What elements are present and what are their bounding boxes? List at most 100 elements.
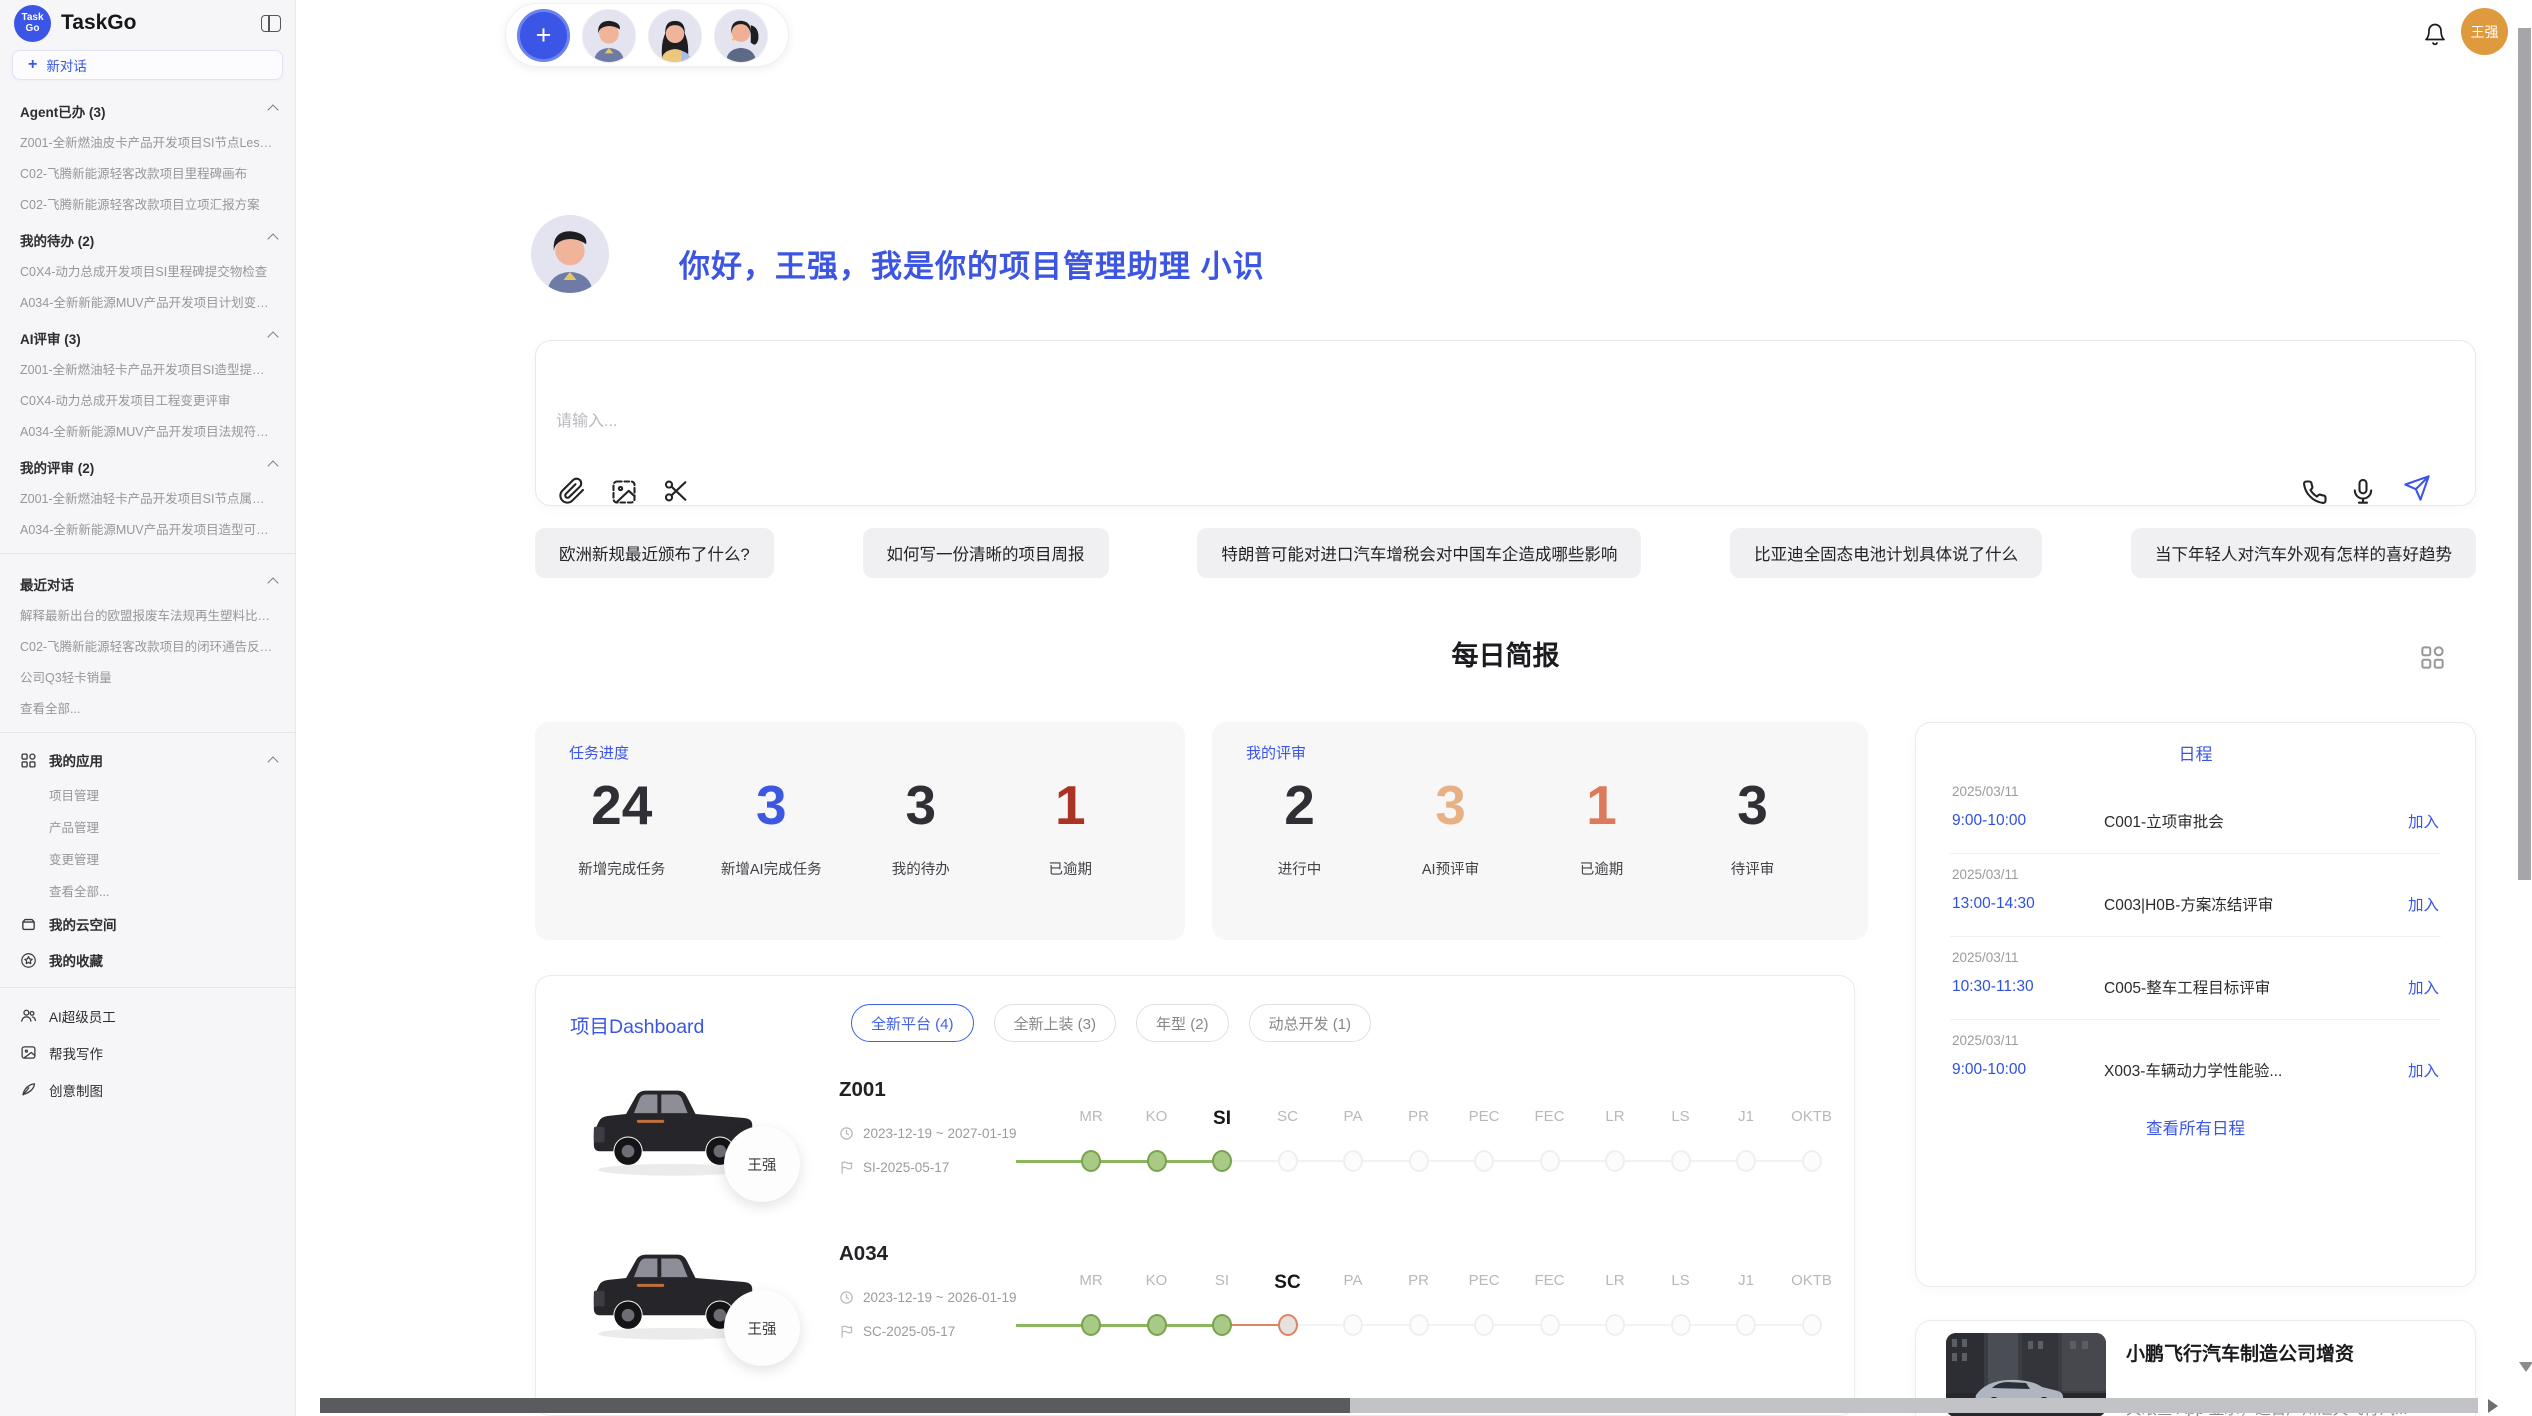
suggestion-chip[interactable]: 比亚迪全固态电池计划具体说了什么: [1730, 528, 2042, 578]
milestone-dot[interactable]: [1147, 1150, 1167, 1172]
recent-chat-item[interactable]: 公司Q3轻卡销量: [0, 661, 295, 692]
app-sub-item[interactable]: 项目管理: [0, 778, 295, 810]
milestone-dot[interactable]: [1671, 1150, 1691, 1172]
sidebar-tool-image[interactable]: 帮我写作: [0, 1034, 295, 1071]
dashboard-filter-chip[interactable]: 动总开发 (1): [1249, 1004, 1372, 1042]
milestone-dot[interactable]: [1409, 1314, 1429, 1336]
milestone-dot[interactable]: [1343, 1314, 1363, 1336]
milestone-dot[interactable]: [1474, 1150, 1494, 1172]
milestone-dot[interactable]: [1278, 1314, 1298, 1336]
schedule-rows: 2025/03/119:00-10:00C001-立项审批会加入2025/03/…: [1916, 771, 2475, 1102]
project-owner-avatar[interactable]: 王强: [724, 1126, 800, 1202]
chevron-up-icon[interactable]: [267, 577, 278, 588]
sidebar-item-my-apps[interactable]: 我的应用: [0, 742, 295, 778]
app-sub-item[interactable]: 查看全部...: [0, 874, 295, 906]
milestone-dot[interactable]: [1802, 1150, 1822, 1172]
scissors-icon[interactable]: [662, 477, 690, 505]
notification-bell-icon[interactable]: [2423, 21, 2447, 47]
join-link[interactable]: 加入: [2408, 810, 2439, 832]
milestone-dot[interactable]: [1736, 1150, 1756, 1172]
schedule-title: 日程: [1916, 723, 2475, 765]
recent-chat-item[interactable]: 解释最新出台的欧盟报废车法规再生塑料比例被调至15%...: [0, 599, 295, 630]
briefing-layout-grid-icon[interactable]: [2419, 644, 2446, 671]
sidebar-item-favorites[interactable]: 我的收藏: [0, 942, 295, 978]
new-chat-button[interactable]: + 新对话: [12, 50, 283, 80]
join-link[interactable]: 加入: [2408, 976, 2439, 998]
milestone-dot[interactable]: [1081, 1314, 1101, 1336]
milestone-dot[interactable]: [1474, 1314, 1494, 1336]
project-owner-avatar[interactable]: 王强: [724, 1290, 800, 1366]
sidebar-task-item[interactable]: C0X4-动力总成开发项目工程变更评审: [0, 384, 295, 415]
app-title: TaskGo: [61, 11, 261, 35]
milestone-dot[interactable]: [1081, 1150, 1101, 1172]
recent-chat-item[interactable]: C02-飞腾新能源轻客改款项目的闭环通告反馈情况: [0, 630, 295, 661]
dashboard-filter-chip[interactable]: 全新平台 (4): [851, 1004, 974, 1042]
milestone-dot[interactable]: [1212, 1314, 1232, 1336]
join-link[interactable]: 加入: [2408, 1059, 2439, 1081]
milestone-dot[interactable]: [1605, 1150, 1625, 1172]
dashboard-filter-chip[interactable]: 全新上装 (3): [994, 1004, 1117, 1042]
milestone-dot[interactable]: [1802, 1314, 1822, 1336]
voice-call-icon[interactable]: [2301, 478, 2329, 506]
taskgo-logo: Task Go: [14, 5, 51, 42]
sidebar-task-item[interactable]: C02-飞腾新能源轻客改款项目里程碑画布: [0, 157, 295, 188]
milestone-dot[interactable]: [1671, 1314, 1691, 1336]
sidebar-tool-people[interactable]: AI超级员工: [0, 997, 295, 1034]
sidebar-task-item[interactable]: Z001-全新燃油轻卡产品开发项目SI节点属性5D文件评审: [0, 482, 295, 513]
sidebar-task-item[interactable]: Z001-全新燃油轻卡产品开发项目SI造型提交物评审: [0, 353, 295, 384]
recent-chat-item[interactable]: 查看全部...: [0, 692, 295, 723]
agent-avatar-2[interactable]: [648, 9, 702, 63]
app-sub-item[interactable]: 产品管理: [0, 810, 295, 842]
sidebar-header: Task Go TaskGo: [0, 0, 295, 46]
join-link[interactable]: 加入: [2408, 893, 2439, 915]
user-avatar[interactable]: 王强: [2461, 8, 2508, 55]
app-sub-item[interactable]: 变更管理: [0, 842, 295, 874]
sidebar-tool-quill[interactable]: 创意制图: [0, 1071, 295, 1108]
scroll-down-arrow-icon[interactable]: [2519, 1362, 2532, 1372]
suggestion-chip[interactable]: 当下年轻人对汽车外观有怎样的喜好趋势: [2131, 528, 2476, 578]
project-row: 王强A0342023-12-19 ~ 2026-01-19SC-2025-05-…: [536, 1228, 1854, 1393]
schedule-row: 2025/03/119:00-10:00X003-车辆动力学性能验...加入: [1950, 1020, 2441, 1102]
milestone-label: PA: [1344, 1272, 1363, 1289]
milestone-dot[interactable]: [1212, 1150, 1232, 1172]
milestone-dot[interactable]: [1343, 1150, 1363, 1172]
scroll-right-arrow-icon[interactable]: [2488, 1399, 2498, 1413]
sidebar-task-item[interactable]: C0X4-动力总成开发项目SI里程碑提交物检查: [0, 255, 295, 286]
suggestion-chip[interactable]: 欧洲新规最近颁布了什么?: [535, 528, 774, 578]
dashboard-filter-chip[interactable]: 年型 (2): [1136, 1004, 1229, 1042]
chat-composer[interactable]: 请输入...: [535, 340, 2476, 506]
microphone-icon[interactable]: [2349, 477, 2377, 505]
sidebar-task-item[interactable]: A034-全新新能源MUV产品开发项目造型可行性评审: [0, 513, 295, 544]
attachment-icon[interactable]: [558, 477, 586, 505]
horizontal-scrollbar-thumb[interactable]: [320, 1398, 1350, 1413]
chevron-up-icon[interactable]: [267, 104, 278, 115]
milestone-label: PEC: [1469, 1272, 1500, 1289]
image-upload-icon[interactable]: [610, 478, 638, 506]
milestone-dot[interactable]: [1736, 1314, 1756, 1336]
vertical-scrollbar[interactable]: [2518, 28, 2531, 880]
milestone-dot[interactable]: [1540, 1150, 1560, 1172]
sidebar-task-item[interactable]: A034-全新新能源MUV产品开发项目计划变更表编写: [0, 286, 295, 317]
sidebar-task-item[interactable]: Z001-全新燃油皮卡产品开发项目SI节点Lesson Learn报告: [0, 126, 295, 157]
milestone-dot[interactable]: [1278, 1150, 1298, 1172]
chevron-up-icon[interactable]: [267, 460, 278, 471]
sidebar-task-item[interactable]: C02-飞腾新能源轻客改款项目立项汇报方案: [0, 188, 295, 219]
agent-avatar-1[interactable]: [582, 9, 636, 63]
milestone-dot[interactable]: [1409, 1150, 1429, 1172]
milestone-dot[interactable]: [1605, 1314, 1625, 1336]
chevron-up-icon[interactable]: [267, 233, 278, 244]
view-all-schedule-link[interactable]: 查看所有日程: [1916, 1115, 2475, 1139]
add-agent-button[interactable]: +: [517, 9, 570, 62]
suggestion-chip[interactable]: 如何写一份清晰的项目周报: [863, 528, 1109, 578]
suggestion-chip[interactable]: 特朗普可能对进口汽车增税会对中国车企造成哪些影响: [1197, 528, 1641, 578]
milestone-dot[interactable]: [1147, 1314, 1167, 1336]
sidebar-item-cloud-space[interactable]: 我的云空间: [0, 906, 295, 942]
collapse-sidebar-icon[interactable]: [261, 15, 281, 32]
send-icon[interactable]: [2403, 474, 2431, 502]
stat-value: 24: [591, 774, 652, 836]
chevron-up-icon[interactable]: [267, 331, 278, 342]
sidebar-task-item[interactable]: A034-全新新能源MUV产品开发项目法规符合性评审: [0, 415, 295, 446]
chevron-up-icon[interactable]: [267, 756, 278, 767]
milestone-dot[interactable]: [1540, 1314, 1560, 1336]
agent-avatar-3[interactable]: [714, 9, 768, 63]
